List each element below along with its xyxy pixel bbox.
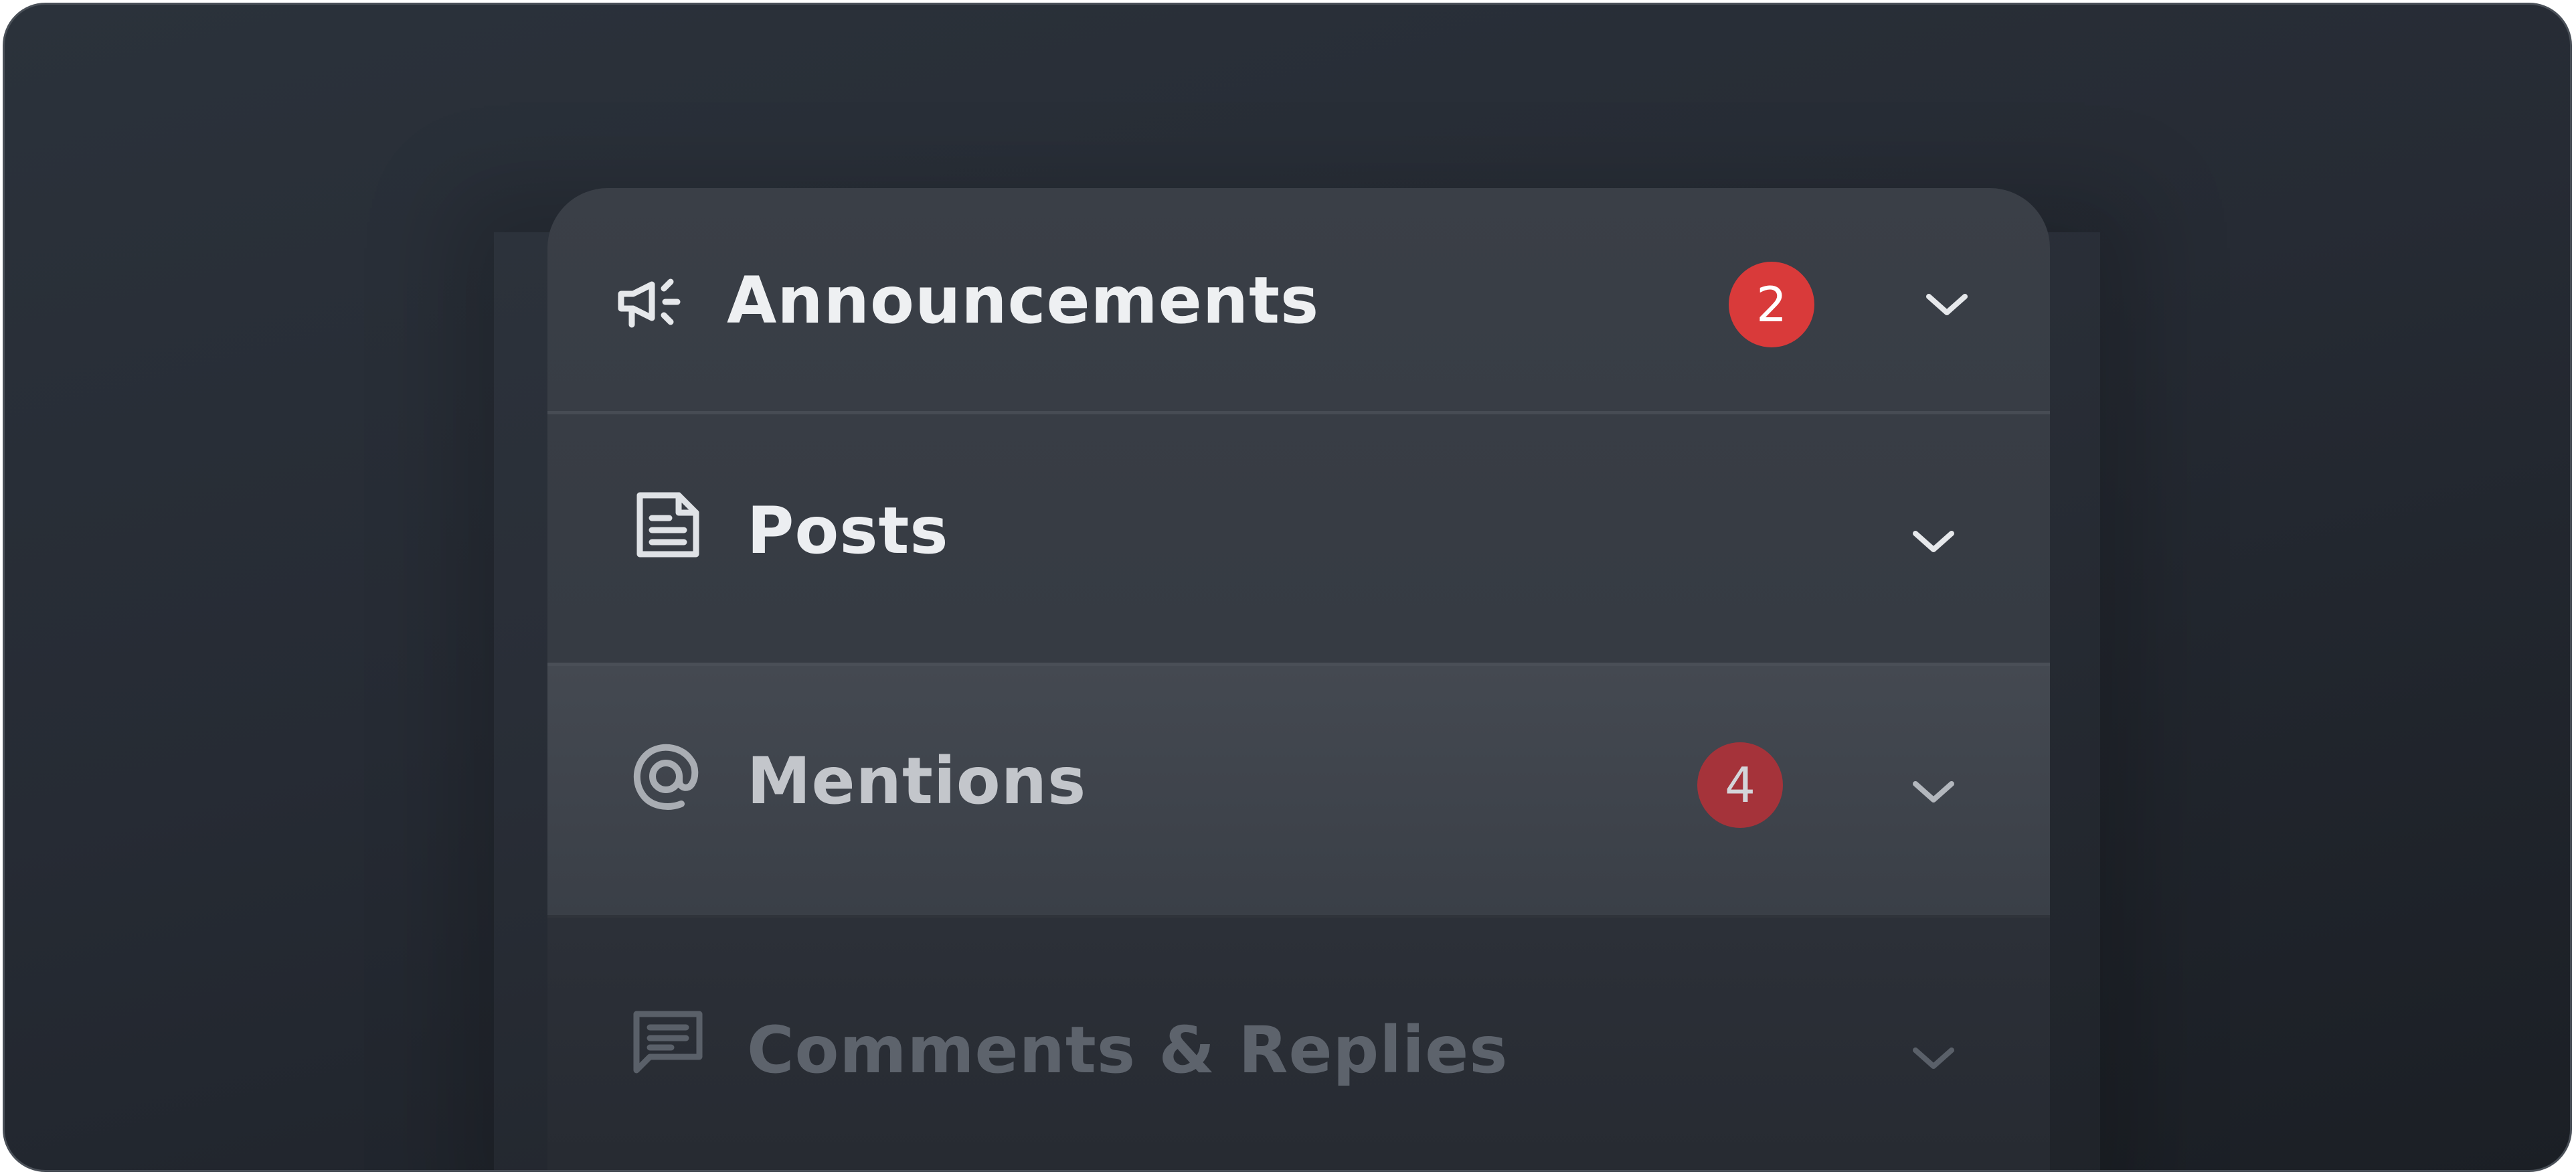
category-row-announcements[interactable]: Announcements 2 <box>547 188 2050 414</box>
notification-categories-panel: Announcements 2 Posts Mentions 4 Comment… <box>547 188 2050 1170</box>
at-sign-icon <box>634 744 699 810</box>
category-row-comments-replies[interactable]: Comments & Replies <box>547 918 2050 1170</box>
chevron-down-icon[interactable] <box>1923 291 1970 318</box>
chevron-down-icon[interactable] <box>1910 778 1957 805</box>
megaphone-icon <box>618 278 681 328</box>
category-row-posts[interactable]: Posts <box>547 414 2050 666</box>
category-row-mentions[interactable]: Mentions 4 <box>547 666 2050 918</box>
document-icon <box>636 492 699 558</box>
chevron-down-icon[interactable] <box>1910 528 1957 555</box>
category-label: Posts <box>747 493 949 568</box>
category-label: Announcements <box>727 263 1320 338</box>
unread-count-badge: 2 <box>1729 262 1814 347</box>
comment-icon <box>633 1011 703 1074</box>
app-window: Announcements 2 Posts Mentions 4 Comment… <box>3 3 2572 1172</box>
unread-count-badge: 4 <box>1697 742 1783 828</box>
category-label: Comments & Replies <box>747 1013 1509 1088</box>
chevron-down-icon[interactable] <box>1910 1045 1957 1072</box>
category-label: Mentions <box>747 744 1087 819</box>
